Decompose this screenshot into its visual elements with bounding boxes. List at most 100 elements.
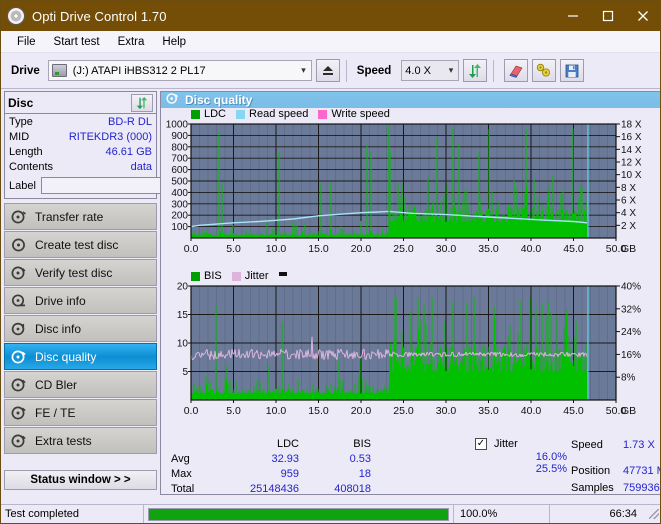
- sidebar-item-extra-tests[interactable]: Extra tests: [4, 427, 157, 454]
- svg-text:45.0: 45.0: [563, 243, 584, 255]
- cell-max-bis: 18: [358, 467, 371, 480]
- disc-label-row: Label: [5, 174, 244, 198]
- status-bar: Test completed 100.0% 66:34: [1, 504, 660, 523]
- svg-text:6 X: 6 X: [621, 196, 636, 207]
- svg-text:16 X: 16 X: [621, 132, 642, 143]
- disc-row-length: Length 46.61 GB: [5, 144, 156, 159]
- sidebar-item-verify-test-disc[interactable]: Verify test disc: [4, 259, 157, 286]
- svg-text:200: 200: [171, 211, 188, 222]
- legend-swatch-jitter: [231, 271, 241, 281]
- nav-list: Transfer rate Create test disc Verify te…: [4, 203, 157, 454]
- speed-value: 1.73 X: [623, 438, 655, 451]
- cell-total-ldc: 25148436: [250, 482, 299, 495]
- speed-select-value: 4.0 X: [405, 64, 431, 77]
- svg-text:1000: 1000: [166, 120, 189, 131]
- save-button[interactable]: [560, 59, 585, 82]
- disc-row-mid: MID RITEKDR3 (000): [5, 129, 156, 144]
- drive-select[interactable]: (J:) ATAPI iHBS312 2 PL17 ▾: [47, 60, 312, 81]
- tools-button[interactable]: [532, 59, 557, 82]
- disc-check-icon: [11, 265, 27, 281]
- jitter-column: ✓ Jitter 16.0% 25.5%: [461, 436, 571, 512]
- refresh-button[interactable]: [463, 59, 488, 82]
- legend-label-ldc: LDC: [204, 108, 227, 120]
- sidebar-item-disc-info[interactable]: Disc info: [4, 315, 157, 342]
- eject-button[interactable]: [315, 59, 340, 82]
- statistics-table: LDC BIS Avg 32.93 0.53 Max 959 18 Total …: [161, 436, 461, 512]
- sidebar-item-label: Verify test disc: [35, 265, 113, 280]
- svg-text:20.0: 20.0: [351, 405, 372, 417]
- speed-label: Speed: [356, 64, 392, 77]
- status-window-button[interactable]: Status window > >: [4, 470, 157, 490]
- disc-fete-icon: [11, 405, 27, 421]
- svg-text:40.0: 40.0: [521, 405, 542, 417]
- resize-grip-icon[interactable]: [649, 509, 659, 519]
- sidebar-item-drive-info[interactable]: Drive info: [4, 287, 157, 314]
- svg-text:10: 10: [177, 339, 189, 350]
- svg-text:35.0: 35.0: [478, 405, 499, 417]
- main-body: Disc Type BD-R DL MID RITEKDR3 (000) Len…: [1, 89, 660, 496]
- jitter-toggle-row: ✓ Jitter: [475, 436, 571, 451]
- disc-panel-header: Disc: [5, 92, 156, 114]
- speed-select[interactable]: 4.0 X ▾: [401, 60, 460, 81]
- sidebar-item-cd-bler[interactable]: CD Bler: [4, 371, 157, 398]
- ldc-chart: 100 200 300 400 500 600 700 800 900 1000 2 X 4 X6 X…: [161, 120, 660, 270]
- progress-bar-fill: [149, 508, 448, 520]
- disc-panel-title: Disc: [8, 95, 34, 110]
- chevron-down-icon: ▾: [448, 65, 454, 75]
- position-row: Position 47731 MB: [571, 462, 660, 479]
- sidebar-item-create-test-disc[interactable]: Create test disc: [4, 231, 157, 258]
- close-icon[interactable]: [625, 1, 660, 31]
- legend-swatch-ldc: [191, 109, 200, 119]
- menu-item-extra[interactable]: Extra: [109, 34, 154, 50]
- erase-button[interactable]: [504, 59, 529, 82]
- svg-text:4 X: 4 X: [621, 208, 636, 219]
- disc-quality-title: Disc quality: [185, 93, 253, 107]
- svg-text:900: 900: [171, 131, 188, 142]
- menu-item-start-test[interactable]: Start test: [45, 34, 109, 50]
- position-value: 47731 MB: [623, 464, 660, 477]
- row-label-total: Total: [171, 482, 195, 495]
- jitter-max-value: 25.5%: [535, 463, 567, 475]
- measurement-column: Speed 1.73 X Position 47731 MB Samples 7…: [571, 436, 660, 512]
- bis-jitter-chart-svg: 5 10 15 20 8% 16% 24% 32% 40% 0.0 5.0 10.0 15.0 20.0 2…: [177, 282, 641, 417]
- toolbar: Drive (J:) ATAPI iHBS312 2 PL17 ▾ Speed …: [1, 53, 660, 89]
- svg-text:16%: 16%: [621, 350, 641, 361]
- svg-text:40%: 40%: [621, 282, 641, 293]
- svg-text:5.0: 5.0: [226, 405, 241, 417]
- minimize-icon[interactable]: [555, 1, 590, 31]
- svg-text:35.0: 35.0: [478, 243, 499, 255]
- column-header-ldc: LDC: [276, 437, 299, 450]
- speed-caption: Speed: [571, 438, 603, 451]
- disc-refresh-button[interactable]: [131, 93, 153, 112]
- progress-percent: 100.0%: [454, 504, 550, 523]
- application-window: Opti Drive Control 1.70 File Start test …: [0, 0, 661, 524]
- row-label-max: Max: [171, 467, 192, 480]
- svg-text:30.0: 30.0: [436, 405, 457, 417]
- jitter-checkbox[interactable]: ✓: [475, 437, 487, 450]
- sidebar-item-transfer-rate[interactable]: Transfer rate: [4, 203, 157, 230]
- disc-key-length: Length: [9, 145, 43, 158]
- menu-item-file[interactable]: File: [8, 34, 45, 50]
- svg-text:2 X: 2 X: [621, 221, 636, 232]
- svg-text:700: 700: [171, 154, 188, 165]
- legend-label-read-speed: Read speed: [249, 108, 309, 120]
- sidebar-item-label: Disc info: [35, 321, 82, 336]
- maximize-icon[interactable]: [590, 1, 625, 31]
- sidebar-item-disc-quality[interactable]: Disc quality: [4, 343, 157, 370]
- meta-spacer: [571, 453, 660, 462]
- svg-text:GB: GB: [621, 243, 636, 255]
- legend-label-write-speed: Write speed: [331, 108, 390, 120]
- svg-text:14 X: 14 X: [621, 145, 642, 156]
- cell-max-ldc: 959: [280, 467, 299, 480]
- table-row: Avg 32.93 0.53: [161, 451, 461, 466]
- svg-text:15.0: 15.0: [308, 405, 329, 417]
- disc-value-contents: data: [130, 160, 152, 173]
- drive-label: Drive: [11, 64, 40, 77]
- disc-spin-icon: [11, 209, 27, 225]
- menu-item-help[interactable]: Help: [153, 34, 195, 50]
- disc-quality-header: Disc quality: [161, 92, 660, 108]
- sidebar-item-fe-te[interactable]: FE / TE: [4, 399, 157, 426]
- disc-quality-panel: Disc quality LDC Read speed Write speed …: [160, 91, 660, 495]
- svg-text:20.0: 20.0: [351, 243, 372, 255]
- disc-info-icon: [11, 321, 27, 337]
